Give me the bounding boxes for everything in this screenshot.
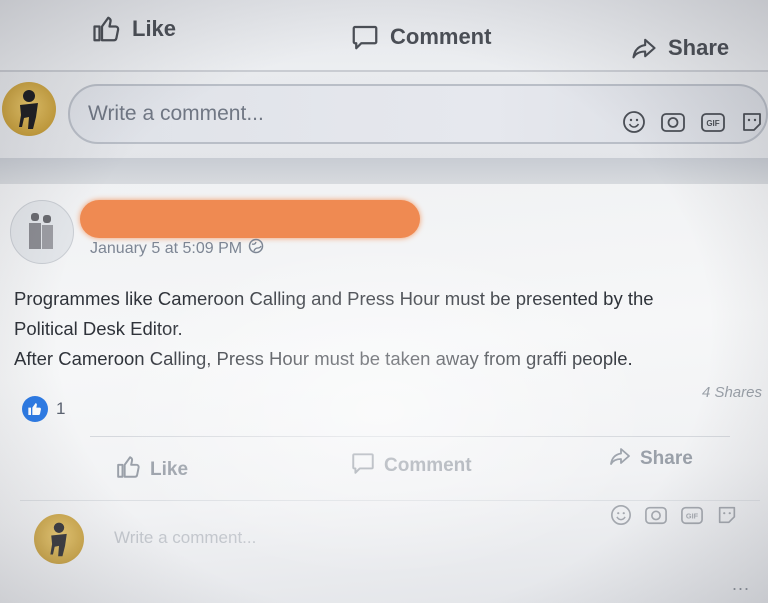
- couple-photo-icon: [29, 213, 53, 249]
- share-arrow-icon: [608, 444, 632, 474]
- sticker-icon[interactable]: [716, 504, 738, 531]
- globe-icon: [248, 238, 264, 259]
- top-comment-button[interactable]: Comment: [350, 22, 491, 52]
- comment-input[interactable]: Write a comment... GIF: [68, 84, 768, 144]
- user-avatar[interactable]: [2, 82, 56, 136]
- post-timestamp[interactable]: January 5 at 5:09 PM: [90, 240, 242, 258]
- top-comment-label: Comment: [390, 24, 492, 49]
- post-body: Programmes like Cameroon Calling and Pre…: [14, 284, 766, 374]
- comment-bubble-icon: [350, 450, 376, 482]
- top-like-label: Like: [132, 16, 177, 41]
- more-options[interactable]: ...: [732, 574, 750, 595]
- person-figure-icon: [50, 522, 67, 557]
- composer-icons: GIF: [610, 504, 738, 531]
- camera-icon[interactable]: [660, 110, 686, 139]
- post-text-line: After Cameroon Calling, Press Hour must …: [14, 348, 633, 369]
- top-like-button[interactable]: Like: [92, 14, 176, 44]
- thumbs-up-icon: [92, 14, 122, 44]
- post-card: January 5 at 5:09 PM Programmes like Cam…: [0, 184, 768, 603]
- gif-icon[interactable]: GIF: [680, 504, 704, 531]
- post-comment-button[interactable]: Comment: [350, 450, 472, 482]
- facebook-feed-screen: Like Comment Share Write a comment... GI…: [0, 0, 768, 603]
- comment-input-placeholder: Write a comment...: [88, 102, 264, 125]
- post-share-label: Share: [640, 448, 693, 469]
- comment-bubble-icon: [350, 22, 380, 52]
- post-meta: January 5 at 5:09 PM: [90, 238, 264, 259]
- top-action-bar: Like Comment Share: [0, 0, 768, 72]
- reaction-summary[interactable]: 1: [22, 396, 65, 422]
- emoji-icon[interactable]: [610, 504, 632, 531]
- thumbs-up-icon: [116, 454, 142, 486]
- post-divider: [90, 436, 730, 437]
- feed-divider: [0, 158, 768, 184]
- reaction-count: 1: [56, 399, 66, 418]
- gif-icon[interactable]: GIF: [700, 110, 726, 139]
- redacted-author-name: [80, 200, 420, 238]
- post-text-line: Programmes like Cameroon Calling and Pre…: [14, 288, 654, 309]
- post-text-line: Political Desk Editor.: [14, 318, 183, 339]
- author-avatar[interactable]: [10, 200, 74, 264]
- like-reaction-icon: [22, 396, 48, 422]
- post-comment-label: Comment: [384, 455, 472, 476]
- post-divider: [20, 500, 760, 501]
- comment-input-placeholder: Write a comment...: [114, 528, 257, 547]
- person-figure-icon: [19, 90, 38, 129]
- top-share-label: Share: [668, 35, 730, 60]
- svg-text:GIF: GIF: [706, 119, 719, 128]
- emoji-icon[interactable]: [622, 110, 646, 139]
- top-share-button[interactable]: Share: [630, 34, 729, 62]
- post-like-label: Like: [150, 459, 189, 480]
- user-avatar[interactable]: [34, 514, 84, 564]
- post-share-button[interactable]: Share: [608, 444, 693, 474]
- share-arrow-icon: [630, 34, 658, 62]
- share-count[interactable]: 4 Shares: [702, 384, 762, 401]
- svg-text:GIF: GIF: [686, 512, 699, 521]
- composer-icons: GIF: [622, 110, 764, 139]
- camera-icon[interactable]: [644, 504, 668, 531]
- comment-composer-top: Write a comment... GIF: [0, 72, 768, 160]
- post-like-button[interactable]: Like: [116, 454, 188, 486]
- sticker-icon[interactable]: [740, 110, 764, 139]
